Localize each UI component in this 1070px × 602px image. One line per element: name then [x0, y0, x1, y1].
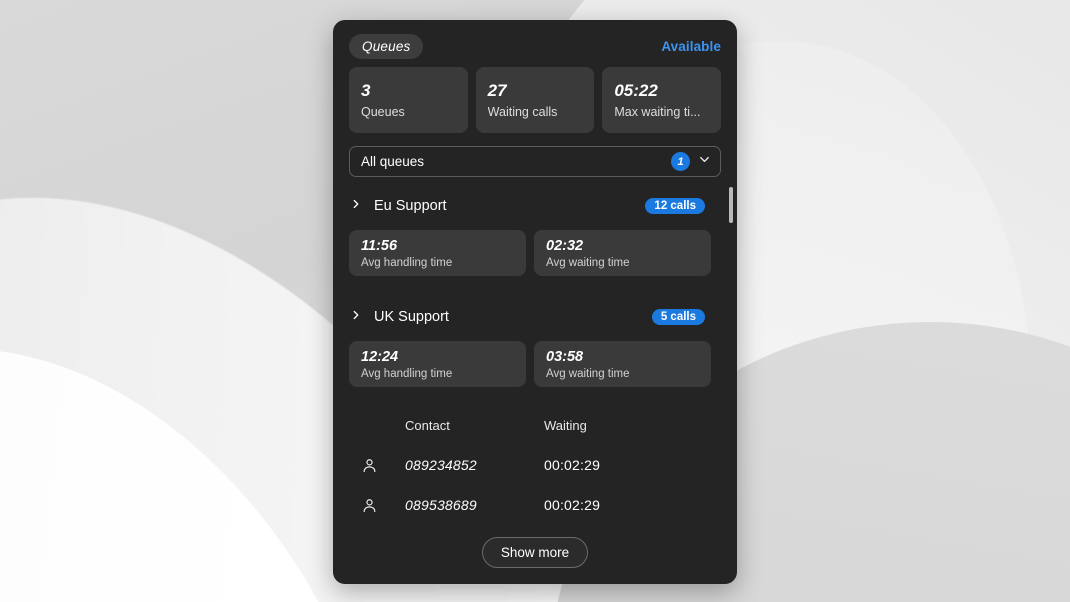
summary-stats-row: 3 Queues 27 Waiting calls 05:22 Max wait…	[333, 67, 737, 133]
show-more-button[interactable]: Show more	[481, 537, 589, 568]
table-row[interactable]: 089885696 00:02:29	[349, 525, 721, 529]
person-icon	[349, 497, 389, 514]
column-header-waiting: Waiting	[544, 417, 587, 433]
chevron-down-icon[interactable]	[697, 152, 712, 172]
queues-scroll-body: Eu Support 12 calls 11:56 Avg handling t…	[333, 177, 737, 529]
queue-header[interactable]: UK Support 5 calls	[349, 302, 721, 332]
stat-label: Avg handling time	[361, 367, 453, 380]
waiting-time: 00:02:29	[544, 457, 601, 473]
contact-table: Contact Waiting 089234852 00:02:29 08953…	[333, 405, 737, 529]
stat-value: 02:32	[546, 238, 584, 255]
stat-value: 3	[361, 81, 371, 101]
stat-card-avg-waiting-time: 03:58 Avg waiting time	[534, 341, 711, 387]
scrollbar-thumb[interactable]	[729, 187, 733, 223]
queue-stats-row: 11:56 Avg handling time 02:32 Avg waitin…	[349, 230, 721, 276]
stat-card-waiting-calls: 27 Waiting calls	[475, 67, 595, 133]
stat-card-avg-handling-time: 11:56 Avg handling time	[349, 230, 526, 276]
queue-group-uk-support: UK Support 5 calls 12:24 Avg handling ti…	[333, 302, 737, 387]
contact-number: 089538689	[405, 497, 477, 513]
person-icon	[349, 457, 389, 474]
queue-calls-badge: 12 calls	[645, 198, 705, 214]
availability-status[interactable]: Available	[661, 39, 721, 54]
stat-value: 05:22	[614, 81, 658, 101]
chevron-right-icon[interactable]	[349, 197, 363, 216]
stat-label: Waiting calls	[487, 104, 558, 119]
stat-value: 27	[487, 81, 507, 101]
stat-card-max-waiting-time: 05:22 Max waiting ti...	[602, 67, 722, 133]
panel-title-pill: Queues	[349, 34, 424, 59]
table-row[interactable]: 089538689 00:02:29	[349, 485, 721, 525]
table-row[interactable]: 089234852 00:02:29	[349, 445, 721, 485]
queue-calls-badge: 5 calls	[651, 309, 705, 325]
panel-footer: Show more	[333, 529, 737, 584]
stat-value: 12:24	[361, 349, 399, 366]
queue-name: Eu Support	[374, 198, 447, 214]
queue-stats-row: 12:24 Avg handling time 03:58 Avg waitin…	[349, 341, 721, 387]
stat-label: Queues	[361, 104, 405, 119]
stat-value: 03:58	[546, 349, 584, 366]
panel-header: Queues Available	[333, 20, 737, 67]
stat-value: 11:56	[361, 238, 398, 255]
queue-filter-label: All queues	[361, 154, 425, 169]
queues-panel: Queues Available 3 Queues 27 Waiting cal…	[333, 20, 737, 584]
contact-number: 089234852	[405, 457, 477, 473]
queue-filter-right: 1	[671, 152, 712, 172]
waiting-time: 00:02:29	[544, 497, 601, 513]
queue-filter-select[interactable]: All queues 1	[349, 146, 721, 177]
stat-card-queues: 3 Queues	[349, 67, 468, 133]
stat-label: Avg handling time	[361, 256, 453, 269]
stat-card-avg-handling-time: 12:24 Avg handling time	[349, 341, 526, 387]
queue-filter-wrap: All queues 1	[333, 133, 737, 177]
vertical-scrollbar[interactable]	[729, 187, 733, 519]
queue-name: UK Support	[374, 309, 449, 325]
queue-header-left: Eu Support	[349, 197, 447, 216]
filter-count-badge: 1	[671, 152, 690, 171]
column-header-contact: Contact	[405, 417, 450, 433]
stat-label: Max waiting ti...	[614, 104, 701, 119]
queue-group-eu-support: Eu Support 12 calls 11:56 Avg handling t…	[333, 191, 737, 276]
queue-header-left: UK Support	[349, 308, 449, 327]
chevron-right-icon[interactable]	[349, 308, 363, 327]
stat-label: Avg waiting time	[546, 367, 630, 380]
stat-label: Avg waiting time	[546, 256, 630, 269]
queue-header[interactable]: Eu Support 12 calls	[349, 191, 721, 221]
stat-card-avg-waiting-time: 02:32 Avg waiting time	[534, 230, 711, 276]
table-header-row: Contact Waiting	[349, 405, 721, 445]
